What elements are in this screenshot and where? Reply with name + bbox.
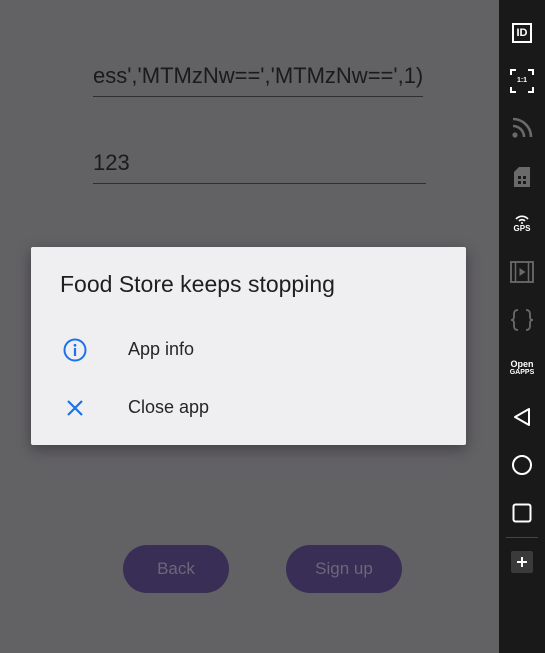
back-triangle-icon [514, 408, 530, 426]
home-circle-icon [512, 455, 532, 475]
recents-square-icon [512, 503, 532, 523]
close-app-option[interactable]: Close app [31, 381, 466, 433]
crash-dialog: Food Store keeps stopping App info Close… [31, 247, 466, 445]
opengapps-icon: Open GAPPS [510, 359, 535, 377]
opengapps-line2: GAPPS [509, 369, 535, 376]
video-button[interactable] [499, 252, 545, 292]
info-icon [63, 338, 87, 362]
emulator-sidebar: ID 1:1 GPS Open GAPPS [499, 0, 545, 653]
ratio-label: 1:1 [516, 77, 528, 84]
back-button[interactable]: Back [123, 545, 229, 593]
device-screen: ess','MTMzNw==','MTMzNw==',1)-- 123 Back… [0, 0, 499, 653]
nav-recents-button[interactable] [499, 493, 545, 533]
code-button[interactable] [499, 300, 545, 340]
dialog-title: Food Store keeps stopping [60, 271, 335, 297]
ratio-button[interactable]: 1:1 [499, 61, 545, 101]
close-app-label: Close app [128, 397, 210, 417]
code-braces-icon [510, 309, 534, 331]
opengapps-line1: Open [510, 359, 534, 369]
sim-card-icon [514, 167, 530, 187]
rss-icon [512, 117, 533, 138]
gps-label: GPS [513, 224, 531, 233]
username-field[interactable]: ess','MTMzNw==','MTMzNw==',1)-- [93, 56, 423, 97]
add-button[interactable] [499, 542, 545, 582]
add-icon [511, 551, 533, 573]
video-icon [510, 261, 534, 283]
id-label: ID [516, 26, 528, 39]
password-field[interactable]: 123 [93, 143, 426, 184]
nav-back-button[interactable] [499, 397, 545, 437]
gps-button[interactable]: GPS [499, 204, 545, 244]
gps-icon: GPS [513, 215, 531, 233]
id-icon: ID [512, 23, 532, 43]
opengapps-button[interactable]: Open GAPPS [499, 348, 545, 388]
app-info-label: App info [128, 339, 195, 359]
sidebar-divider [506, 537, 538, 538]
close-icon [67, 400, 83, 416]
nav-home-button[interactable] [499, 445, 545, 485]
rss-button[interactable] [499, 108, 545, 148]
sim-button[interactable] [499, 157, 545, 197]
signup-button[interactable]: Sign up [286, 545, 402, 593]
fullscreen-ratio-icon: 1:1 [509, 68, 535, 94]
app-info-option[interactable]: App info [31, 323, 466, 375]
id-button[interactable]: ID [499, 13, 545, 53]
